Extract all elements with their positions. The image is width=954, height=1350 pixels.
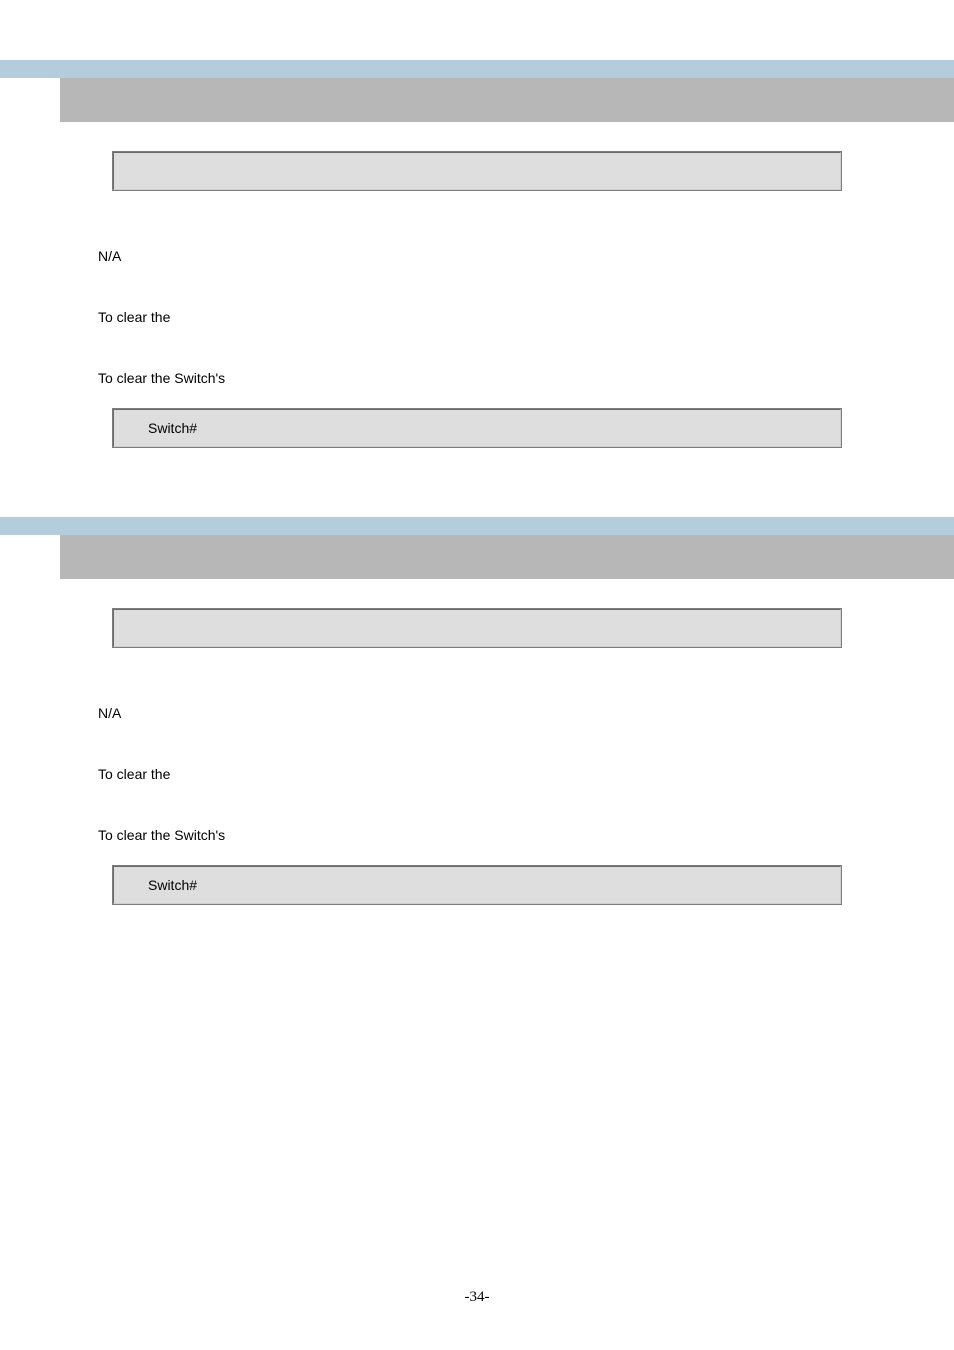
example-box-1: Switch# xyxy=(113,409,841,447)
section-header-gray-1 xyxy=(60,78,954,122)
parameters-text-2: N/A xyxy=(98,703,954,724)
example-intro-1: To clear the Switch's xyxy=(98,368,954,389)
example-box-2: Switch# xyxy=(113,866,841,904)
section-header-band-2 xyxy=(0,517,954,535)
switch-prompt-1: Switch# xyxy=(148,420,197,436)
syntax-box-2 xyxy=(113,609,841,647)
section-header-gray-2 xyxy=(60,535,954,579)
switch-prompt-2: Switch# xyxy=(148,877,197,893)
page-content: N/A To clear the To clear the Switch's S… xyxy=(0,0,954,904)
syntax-box-1 xyxy=(113,152,841,190)
parameters-text-1: N/A xyxy=(98,246,954,267)
purpose-text-1: To clear the xyxy=(98,307,954,328)
section-header-band-1 xyxy=(0,60,954,78)
purpose-text-2: To clear the xyxy=(98,764,954,785)
page-number: -34- xyxy=(0,1289,954,1306)
example-intro-2: To clear the Switch's xyxy=(98,825,954,846)
